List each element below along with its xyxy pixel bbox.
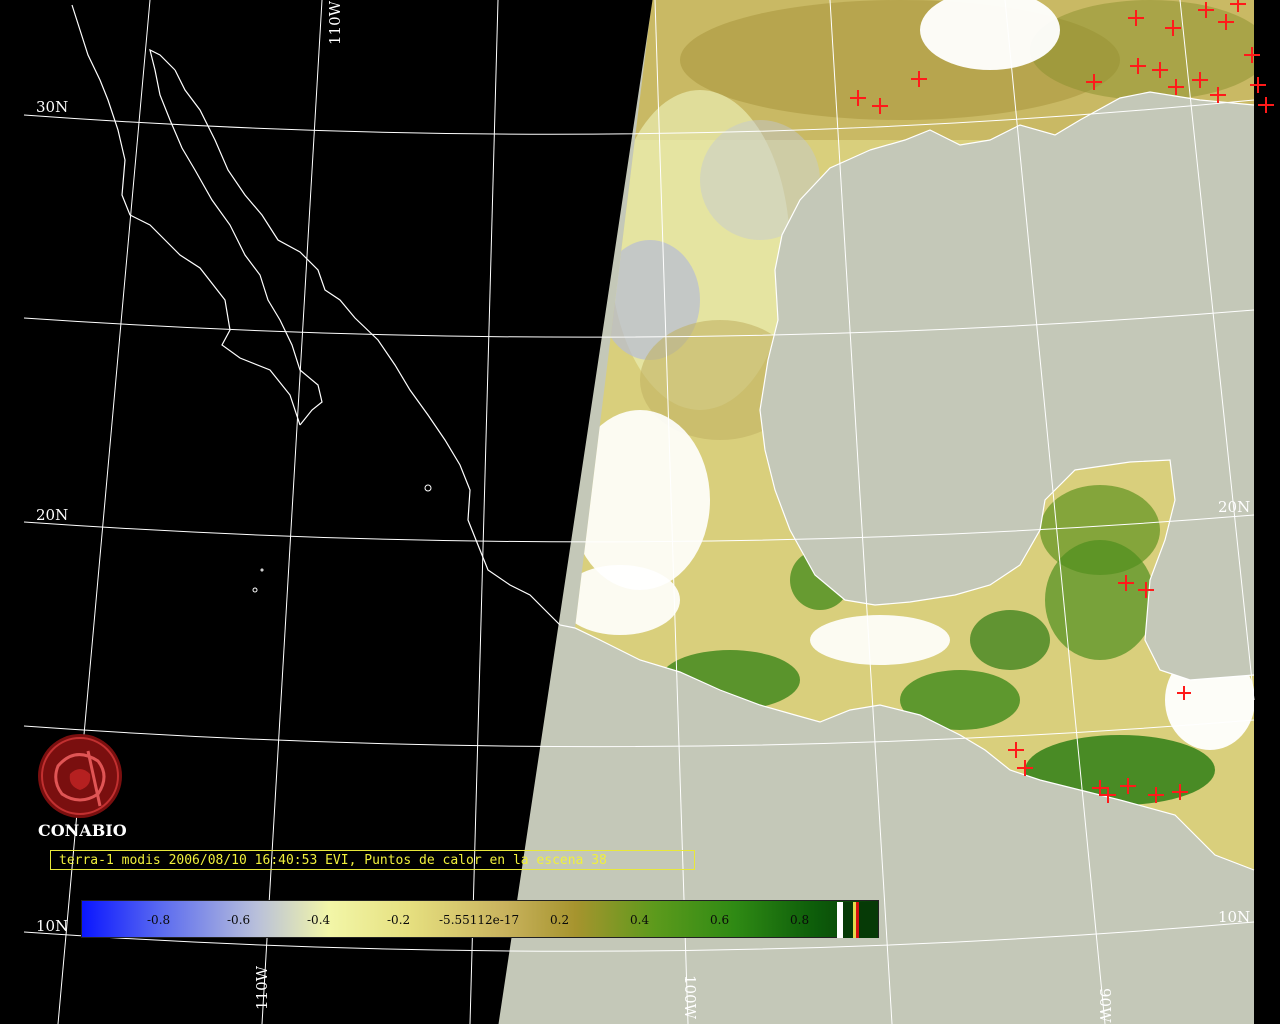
conabio-emblem-icon — [38, 734, 122, 818]
colorbar-tick: -0.6 — [227, 913, 251, 927]
grid-label-10n-right: 10N — [1218, 908, 1250, 926]
evi-colorbar: -0.8 -0.6 -0.4 -0.2 -5.55112e-17 0.2 0.4… — [81, 900, 879, 938]
colorbar-tick: -0.2 — [387, 913, 411, 927]
scene-caption: terra-1 modis 2006/08/10 16:40:53 EVI, P… — [50, 850, 695, 870]
right-edge-band — [1254, 0, 1280, 1024]
grid-label-110w-bottom: 110W — [253, 965, 271, 1010]
grid-label-10n-left: 10N — [36, 917, 68, 935]
grid-label-90w: 90W — [1096, 988, 1114, 1023]
grid-label-20n-right: 20N — [1218, 498, 1250, 516]
colorbar-tick: 0.4 — [630, 913, 650, 927]
baja-coast-west — [71, 4, 301, 426]
colorbar-tick: -5.55112e-17 — [439, 913, 520, 927]
conabio-logo-text: CONABIO — [38, 821, 127, 840]
colorbar-tick: -0.4 — [307, 913, 331, 927]
grid-label-20n-left: 20N — [36, 506, 68, 524]
colorbar-tick: 0.6 — [710, 913, 730, 927]
colorbar-end-strip — [859, 902, 878, 938]
grid-label-100w: 100W — [681, 975, 699, 1020]
colorbar-tick: -0.8 — [147, 913, 171, 927]
colorbar-tick: 0.2 — [550, 913, 570, 927]
grid-label-110w-top: 110W — [326, 0, 344, 45]
colorbar-gap-strip — [843, 902, 853, 938]
grid-label-30n: 30N — [36, 98, 68, 116]
colorbar-tick: 0.8 — [790, 913, 810, 927]
baja-coast-east — [149, 48, 323, 426]
